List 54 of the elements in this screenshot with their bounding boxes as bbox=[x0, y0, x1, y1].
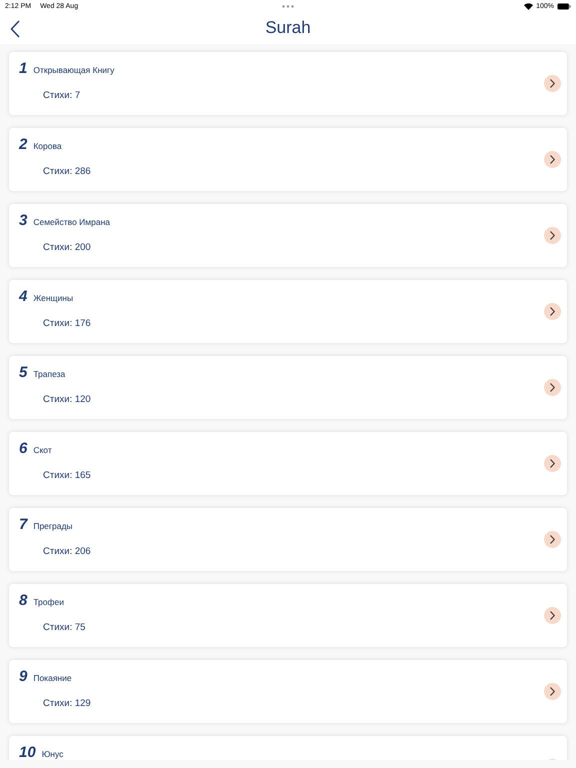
surah-number: 1 bbox=[19, 60, 28, 77]
chevron-icon bbox=[550, 687, 555, 696]
verse-count: Стихи: 7 bbox=[43, 90, 80, 101]
surah-number: 4 bbox=[19, 288, 28, 305]
chevron-icon bbox=[550, 535, 555, 544]
surah-name: Преграды bbox=[33, 521, 73, 531]
surah-card[interactable]: 2 Корова Стихи: 286 bbox=[9, 128, 567, 191]
wifi-icon bbox=[524, 2, 534, 10]
page-title: Surah bbox=[265, 18, 311, 38]
verse-count: Стихи: 176 bbox=[43, 318, 91, 329]
surah-name: Открывающая Книгу bbox=[33, 65, 114, 75]
surah-number: 5 bbox=[19, 364, 28, 381]
surah-card[interactable]: 9 Покаяние Стихи: 129 bbox=[9, 660, 567, 723]
surah-name: Трофеи bbox=[33, 597, 64, 607]
back-button[interactable] bbox=[8, 18, 22, 40]
chevron-icon bbox=[550, 231, 555, 240]
surah-number: 10 bbox=[19, 744, 36, 760]
surah-number: 3 bbox=[19, 212, 28, 229]
surah-card[interactable]: 7 Преграды Стихи: 206 bbox=[9, 508, 567, 571]
surah-name: Женщины bbox=[33, 293, 74, 303]
verse-count: Стихи: 200 bbox=[43, 242, 91, 253]
chevron-icon bbox=[550, 611, 555, 620]
surah-card[interactable]: 1 Открывающая Книгу Стихи: 7 bbox=[9, 52, 567, 115]
surah-number: 7 bbox=[19, 516, 28, 533]
verse-count: Стихи: 286 bbox=[43, 166, 91, 177]
surah-number: 8 bbox=[19, 592, 28, 609]
back-icon bbox=[10, 20, 20, 38]
verse-count: Стихи: 165 bbox=[43, 470, 91, 481]
surah-number: 9 bbox=[19, 668, 28, 685]
surah-number: 2 bbox=[19, 136, 28, 153]
chevron-icon bbox=[550, 155, 555, 164]
verse-count: Стихи: 206 bbox=[43, 546, 91, 557]
surah-name: Трапеза bbox=[33, 369, 66, 379]
battery-icon bbox=[557, 2, 572, 10]
surah-name: Скот bbox=[33, 445, 52, 455]
surah-name: Семейство Имрана bbox=[33, 217, 110, 227]
surah-card[interactable]: 4 Женщины Стихи: 176 bbox=[9, 280, 567, 343]
surah-number: 6 bbox=[19, 440, 28, 457]
chevron-icon bbox=[550, 383, 555, 392]
surah-card[interactable]: 10 Юнус bbox=[9, 736, 567, 760]
surah-name: Покаяние bbox=[33, 673, 72, 683]
surah-name: Юнус bbox=[42, 749, 64, 759]
surah-card[interactable]: 8 Трофеи Стихи: 75 bbox=[9, 584, 567, 647]
surah-name: Корова bbox=[33, 141, 62, 151]
chevron-icon bbox=[550, 459, 555, 468]
more-icon bbox=[282, 4, 294, 8]
surah-card[interactable]: 6 Скот Стихи: 165 bbox=[9, 432, 567, 495]
verse-count: Стихи: 129 bbox=[43, 698, 91, 709]
verse-count: Стихи: 75 bbox=[43, 622, 86, 633]
verse-count: Стихи: 120 bbox=[43, 394, 91, 405]
surah-card[interactable]: 5 Трапеза Стихи: 120 bbox=[9, 356, 567, 419]
chevron-icon bbox=[550, 307, 555, 316]
chevron-icon bbox=[550, 79, 555, 88]
surah-card[interactable]: 3 Семейство Имрана Стихи: 200 bbox=[9, 204, 567, 267]
